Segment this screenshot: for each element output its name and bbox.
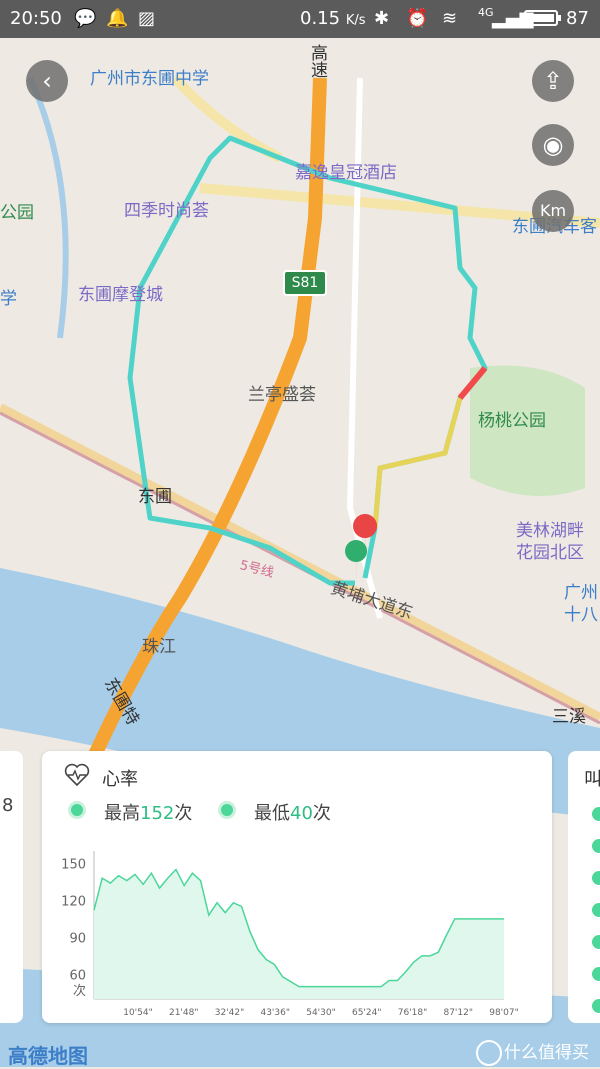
status-time: 20:50 [10, 8, 62, 29]
network-speed: 0.15 K/s [300, 8, 366, 29]
heart-rate-card[interactable]: 心率 最高152次 最低40次 150 120 90 60 次 10'54" 21'48" 3… [42, 751, 552, 1023]
poi-guangzhou-2[interactable]: 十八 [564, 600, 598, 625]
heart-rate-chart: 150 120 90 60次 10'54" 21'48" 32'42" 43'36" 54'30… [61, 851, 519, 1018]
x-tick-label: 76'18" [398, 1008, 428, 1018]
eye-button[interactable]: ◉ [532, 124, 574, 166]
y-tick-label: 120 [61, 894, 86, 909]
poi-community[interactable]: 兰亭盛荟 [248, 380, 316, 405]
distance-button[interactable]: Km [532, 190, 574, 232]
message-icon: 💬 [74, 8, 97, 29]
watermark-icon [476, 1040, 502, 1066]
x-tick-label: 10'54" [123, 1008, 153, 1018]
y-tick-label: 150 [61, 857, 86, 872]
x-tick-label: 65'24" [352, 1008, 382, 1018]
back-button[interactable]: ‹ [26, 60, 68, 102]
max-heart-rate: 最高152次 [104, 803, 193, 824]
poi-school-left[interactable]: 学 [0, 284, 17, 309]
poi-river: 珠江 [142, 637, 176, 657]
poi-metro-dongpu[interactable]: 东圃 [138, 482, 172, 507]
bluetooth-icon: ✱ [374, 8, 390, 29]
amap-logo: 高德地图 [8, 1044, 88, 1068]
image-icon: ▨ [138, 8, 156, 29]
poi-school[interactable]: 广州市东圃中学 [90, 64, 209, 89]
min-heart-rate: 最低40次 [254, 803, 331, 824]
heart-rate-area [94, 869, 504, 999]
heart-rate-title: 心率 [102, 769, 138, 790]
min-dot-icon [218, 801, 236, 819]
battery-icon [524, 10, 558, 26]
y-tick-label: 60 [69, 968, 86, 983]
alarm-icon: ⏰ [406, 8, 429, 29]
x-tick-label: 21'48" [169, 1008, 199, 1018]
x-tick-label: 43'36" [260, 1008, 290, 1018]
poi-hotel[interactable]: 嘉逸皇冠酒店 [295, 158, 397, 183]
y-axis-label: 次 [73, 983, 86, 999]
x-tick-label: 54'30" [306, 1008, 336, 1018]
notification-icon: 🔔 [106, 8, 129, 29]
poi-sanxi[interactable]: 三溪 [552, 702, 586, 727]
y-tick-label: 90 [69, 931, 86, 946]
battery-percent: 87 [566, 8, 589, 29]
heart-icon [64, 763, 90, 787]
watermark-text: 什么值得买 [504, 1043, 589, 1063]
x-tick-label: 87'12" [443, 1008, 473, 1018]
wifi-icon: ≋ [442, 8, 458, 29]
poi-residential-2[interactable]: 花园北区 [516, 538, 584, 563]
poi-mall-sijishishang[interactable]: 四季时尚荟 [124, 196, 209, 221]
left-card[interactable]: 8 [0, 751, 23, 1023]
poi-highway: 高速 [307, 44, 327, 78]
share-button[interactable]: ⇪ [532, 60, 574, 102]
right-card[interactable]: 叫 [568, 751, 600, 1023]
x-tick-label: 98'07" [489, 1008, 519, 1018]
max-dot-icon [68, 801, 86, 819]
status-bar: 20:50 💬 🔔 ▨ 0.15 K/s ✱ ⏰ ≋ 4G ▂▄▆ 87 [0, 0, 600, 38]
poi-park-left[interactable]: 公园 [0, 198, 34, 223]
poi-park[interactable]: 杨桃公园 [478, 406, 546, 431]
poi-mall-dongpu[interactable]: 东圃摩登城 [78, 280, 163, 305]
x-tick-label: 32'42" [215, 1008, 245, 1018]
highway-badge: S81 [283, 270, 327, 296]
